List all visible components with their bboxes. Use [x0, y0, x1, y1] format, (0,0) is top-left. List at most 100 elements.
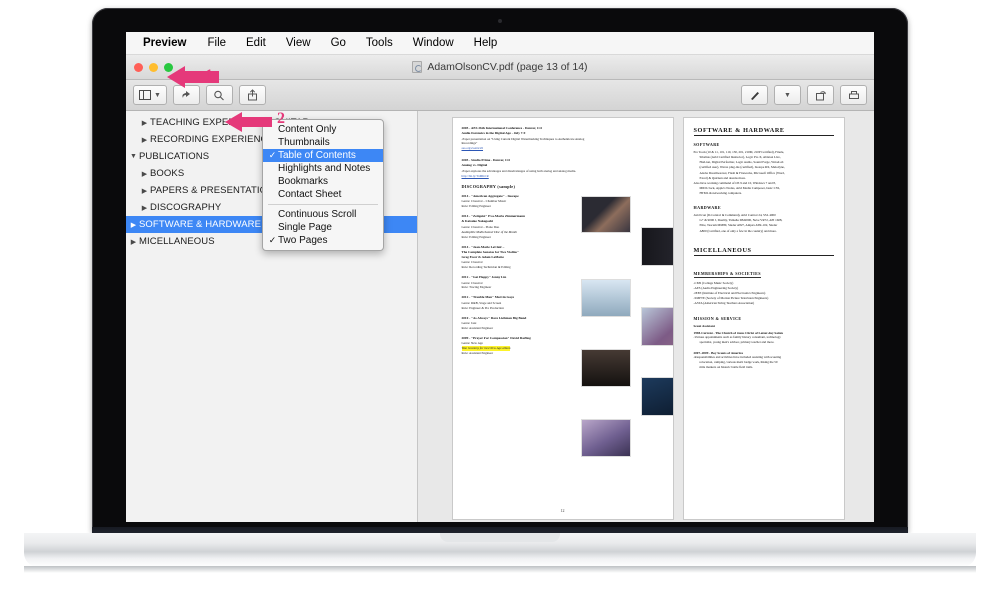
pdf-viewer[interactable]: 2005 - AES 26th International Conference…: [418, 111, 874, 522]
pdf-page-right: SOFTWARE & HARDWARE SOFTWARE Pro Tools (…: [682, 117, 845, 520]
hardware-line: A800 (Certified, one of only a few in th…: [699, 228, 777, 233]
menu-item-thumbnails[interactable]: Thumbnails: [263, 136, 383, 149]
album-thumbnail: [581, 278, 632, 317]
album-thumbnail: [641, 226, 673, 266]
menu-item-label: Thumbnails: [278, 137, 330, 148]
menu-item-contact-sheet[interactable]: Contact Sheet: [263, 188, 383, 201]
menu-item-view[interactable]: View: [276, 37, 321, 49]
discography-item: 2014 - "Jean-Marie LeClair – The Complet…: [462, 245, 580, 271]
menu-item-edit[interactable]: Edit: [236, 37, 276, 49]
markup-pen-icon: [750, 91, 759, 100]
toolbar: ▼ ▼: [126, 80, 874, 111]
laptop-base-shadow: [24, 566, 976, 573]
album-thumbnail: [641, 376, 673, 416]
screen: Preview File Edit View Go Tools Window H…: [126, 32, 874, 522]
minimize-button[interactable]: [149, 62, 158, 72]
markup-button[interactable]: [741, 85, 768, 105]
menu-item-go[interactable]: Go: [321, 37, 356, 49]
menu-item-label: Content Only: [278, 124, 337, 135]
discography-item: 2009 - "Prayer For Compassion" David Dar…: [461, 336, 580, 356]
menu-item-window[interactable]: Window: [403, 37, 464, 49]
album-thumbnail: [581, 348, 632, 387]
micellaneous-heading: MICELLANEOUS: [693, 247, 834, 256]
chevron-down-icon: ▼: [784, 91, 791, 99]
disclosure-triangle-icon[interactable]: ▶: [128, 221, 139, 229]
menu-item-highlights-and-notes[interactable]: Highlights and Notes: [263, 162, 383, 175]
menu-item-two-pages[interactable]: ✓ Two Pages: [263, 234, 383, 247]
disclosure-triangle-icon[interactable]: ▶: [139, 119, 150, 127]
rotate-button[interactable]: [807, 85, 834, 105]
screenshot-stage: Preview File Edit View Go Tools Window H…: [0, 0, 1000, 604]
toc-item-label: MICELLANEOUS: [139, 236, 215, 247]
pdf-document-icon: [412, 61, 423, 73]
memberships-subheading: MEMBERSHIPS & SOCIETIES: [693, 270, 761, 278]
album-art-column: [579, 194, 673, 457]
discography-item: 2014 - "American Aggregate" - Inscape Ge…: [462, 194, 580, 209]
menu-item-bookmarks[interactable]: Bookmarks: [263, 175, 383, 188]
toc-item-label: DISCOGRAPHY: [150, 202, 222, 213]
window-title-bar: AdamOlsonCV.pdf (page 13 of 14): [126, 55, 874, 80]
menu-item-label: Continuous Scroll: [278, 209, 357, 220]
menu-item-label: Two Pages: [278, 235, 328, 246]
back-button[interactable]: [172, 85, 200, 105]
conference-entry-1: 2005 - AES 26th International Conference…: [462, 126, 664, 151]
discography-item: 2010 - "As Always" Dave Liebman Big Band…: [462, 316, 580, 331]
share-button[interactable]: [238, 85, 266, 105]
mission-role: Scout Assistant: [693, 324, 715, 329]
disclosure-triangle-icon[interactable]: ▶: [139, 187, 150, 195]
view-options-dropdown-menu[interactable]: Content Only Thumbnails ✓ Table of Conte…: [262, 119, 384, 251]
menu-item-file[interactable]: File: [197, 37, 236, 49]
toc-item-label: BOOKS: [150, 168, 185, 179]
sidebar-icon: [139, 90, 151, 100]
album-thumbnail: [581, 195, 632, 233]
disclosure-triangle-icon[interactable]: ▶: [139, 136, 150, 144]
menu-item-label: Single Page: [278, 222, 332, 233]
discography-body: 2014 - "American Aggregate" - Inscape Ge…: [461, 194, 673, 457]
mission-subheading: MISSION & SERVICE: [693, 316, 742, 322]
album-thumbnail: [581, 418, 632, 457]
zoom-icon: [214, 90, 225, 100]
disclosure-triangle-icon[interactable]: ▶: [128, 238, 139, 246]
menu-item-continuous-scroll[interactable]: Continuous Scroll: [263, 208, 383, 221]
menu-item-label: Contact Sheet: [278, 189, 342, 200]
disclosure-triangle-icon[interactable]: ▶: [139, 204, 150, 212]
menu-item-help[interactable]: Help: [464, 37, 508, 49]
sidebar-view-button[interactable]: ▼: [133, 85, 167, 105]
album-role: Role: Recording Technician & Editing: [461, 265, 511, 270]
zoom-button[interactable]: [205, 85, 233, 105]
menu-app-name[interactable]: Preview: [132, 37, 197, 49]
discography-item: 2014 - "Zeitgeist" Eva-Maria Zimmermann …: [462, 214, 580, 239]
conference-entry-2: 2005 - Studio Prime - Denver, CO Analog …: [462, 158, 664, 178]
menu-item-single-page[interactable]: Single Page: [263, 221, 383, 234]
menu-item-label: Table of Contents: [278, 150, 356, 161]
print-button[interactable]: [840, 85, 867, 105]
pdf-page-left: 2005 - AES 26th International Conference…: [451, 117, 674, 520]
menu-item-tools[interactable]: Tools: [356, 37, 403, 49]
toc-item-label: PUBLICATIONS: [139, 151, 210, 162]
checkmark-icon: ✓: [268, 235, 277, 245]
menu-item-table-of-contents[interactable]: ✓ Table of Contents: [263, 149, 383, 162]
entry-link[interactable]: aes.org/events/26: [462, 146, 664, 151]
document-title-text: AdamOlsonCV.pdf (page 13 of 14): [427, 61, 588, 73]
page-number: 12: [560, 508, 565, 513]
back-arrow-icon: [182, 90, 190, 98]
checkmark-icon: ✓: [268, 150, 277, 160]
markup-dropdown-button[interactable]: ▼: [774, 85, 801, 105]
hardware-subheading: HARDWARE: [693, 205, 722, 211]
software-line: HTML & networking computers.: [699, 191, 742, 195]
disclosure-triangle-down-icon[interactable]: ▼: [128, 153, 139, 160]
menu-item-label: Highlights and Notes: [278, 163, 371, 174]
toolbar-left-group: ▼: [133, 85, 266, 105]
album-thumbnail: [641, 306, 673, 346]
toc-item-label: PAPERS & PRESENTATIONS: [150, 185, 281, 196]
entry-link[interactable]: http://bit.ly/TxMKCR: [462, 174, 664, 179]
laptop-base-notch: [440, 533, 560, 542]
album-role: Role: Engineer & Pre Production: [461, 305, 504, 310]
document-title: AdamOlsonCV.pdf (page 13 of 14): [126, 55, 874, 79]
annotation-number-2: 2: [277, 110, 285, 127]
album-role: Role: Editing Engineer: [461, 204, 491, 209]
disclosure-triangle-icon[interactable]: ▶: [139, 170, 150, 178]
album-role: Role: Assistant Engineer: [461, 350, 494, 355]
close-button[interactable]: [134, 62, 143, 72]
album-role: Role: Tracing Engineer: [461, 285, 492, 290]
